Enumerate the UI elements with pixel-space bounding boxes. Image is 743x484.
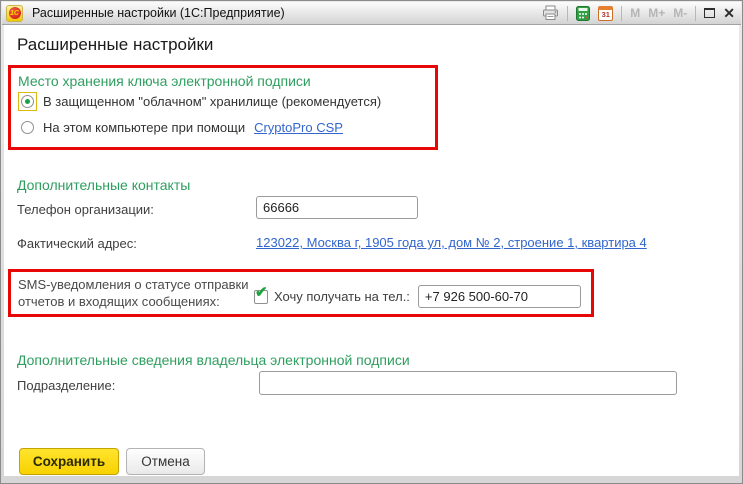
titlebar-separator (621, 6, 622, 21)
sms-checkbox[interactable]: ✔ (254, 290, 268, 304)
sms-label-line2: отчетов и входящих сообщениях: (18, 293, 249, 310)
radio-row-cloud: В защищенном "облачном" хранилище (реком… (18, 92, 381, 111)
radio-row-local: На этом компьютере при помощи CryptoPro … (18, 120, 343, 135)
owner-info-heading: Дополнительные сведения владельца электр… (17, 352, 410, 368)
titlebar: 1С Расширенные настройки (1С:Предприятие… (2, 2, 741, 25)
sms-phone-input[interactable] (418, 285, 581, 308)
app-logo-1c-icon: 1С (6, 5, 23, 22)
titlebar-separator (567, 6, 568, 21)
window: 1С Расширенные настройки (1С:Предприятие… (0, 0, 743, 484)
save-button[interactable]: Сохранить (19, 448, 119, 475)
department-input[interactable] (259, 371, 677, 395)
radio-cloud-label[interactable]: В защищенном "облачном" хранилище (реком… (43, 94, 381, 109)
app-logo-text: 1С (9, 7, 21, 19)
checkmark-icon: ✔ (255, 285, 268, 300)
dialog-content: Расширенные настройки Место хранения клю… (4, 25, 739, 476)
sms-notification-section: SMS-уведомления о статусе отправки отчет… (8, 269, 594, 317)
radio-local-computer[interactable] (21, 121, 34, 134)
key-storage-section: Место хранения ключа электронной подписи… (8, 65, 438, 150)
sms-label-line1: SMS-уведомления о статусе отправки (18, 276, 249, 293)
calculator-icon[interactable] (576, 6, 590, 21)
memory-plus-button[interactable]: M+ (648, 6, 665, 20)
titlebar-separator (695, 6, 696, 21)
org-phone-input[interactable] (256, 196, 418, 219)
sms-label: SMS-уведомления о статусе отправки отчет… (18, 276, 249, 310)
maximize-icon (704, 8, 715, 18)
radio-cloud-storage[interactable] (21, 95, 34, 108)
maximize-button[interactable] (704, 8, 715, 18)
page-title: Расширенные настройки (17, 35, 213, 55)
contacts-heading: Дополнительные контакты (17, 177, 190, 193)
window-title: Расширенные настройки (1С:Предприятие) (32, 6, 285, 20)
cryptopro-csp-link[interactable]: CryptoPro CSP (254, 120, 343, 135)
memory-recall-button[interactable]: M (630, 6, 640, 20)
calendar-day-label: 31 (602, 10, 610, 19)
calendar-icon[interactable]: 31 (598, 6, 613, 21)
cancel-button[interactable]: Отмена (126, 448, 205, 475)
memory-minus-button[interactable]: M- (673, 6, 687, 20)
actual-address-label: Фактический адрес: (17, 236, 137, 251)
print-icon[interactable] (542, 5, 559, 21)
key-storage-heading: Место хранения ключа электронной подписи (18, 73, 311, 89)
sms-checkbox-row: ✔ Хочу получать на тел.: (254, 285, 581, 308)
close-button[interactable]: ✕ (723, 6, 735, 20)
org-phone-label: Телефон организации: (17, 202, 154, 217)
titlebar-controls: 31 M M+ M- ✕ (542, 5, 735, 21)
actual-address-link[interactable]: 123022, Москва г, 1905 года ул, дом № 2,… (256, 235, 647, 250)
radio-selected-dot (25, 99, 30, 104)
department-label: Подразделение: (17, 378, 115, 393)
radio-local-label[interactable]: На этом компьютере при помощи (43, 120, 245, 135)
sms-checkbox-label[interactable]: Хочу получать на тел.: (274, 289, 410, 304)
focus-ring (18, 92, 37, 111)
